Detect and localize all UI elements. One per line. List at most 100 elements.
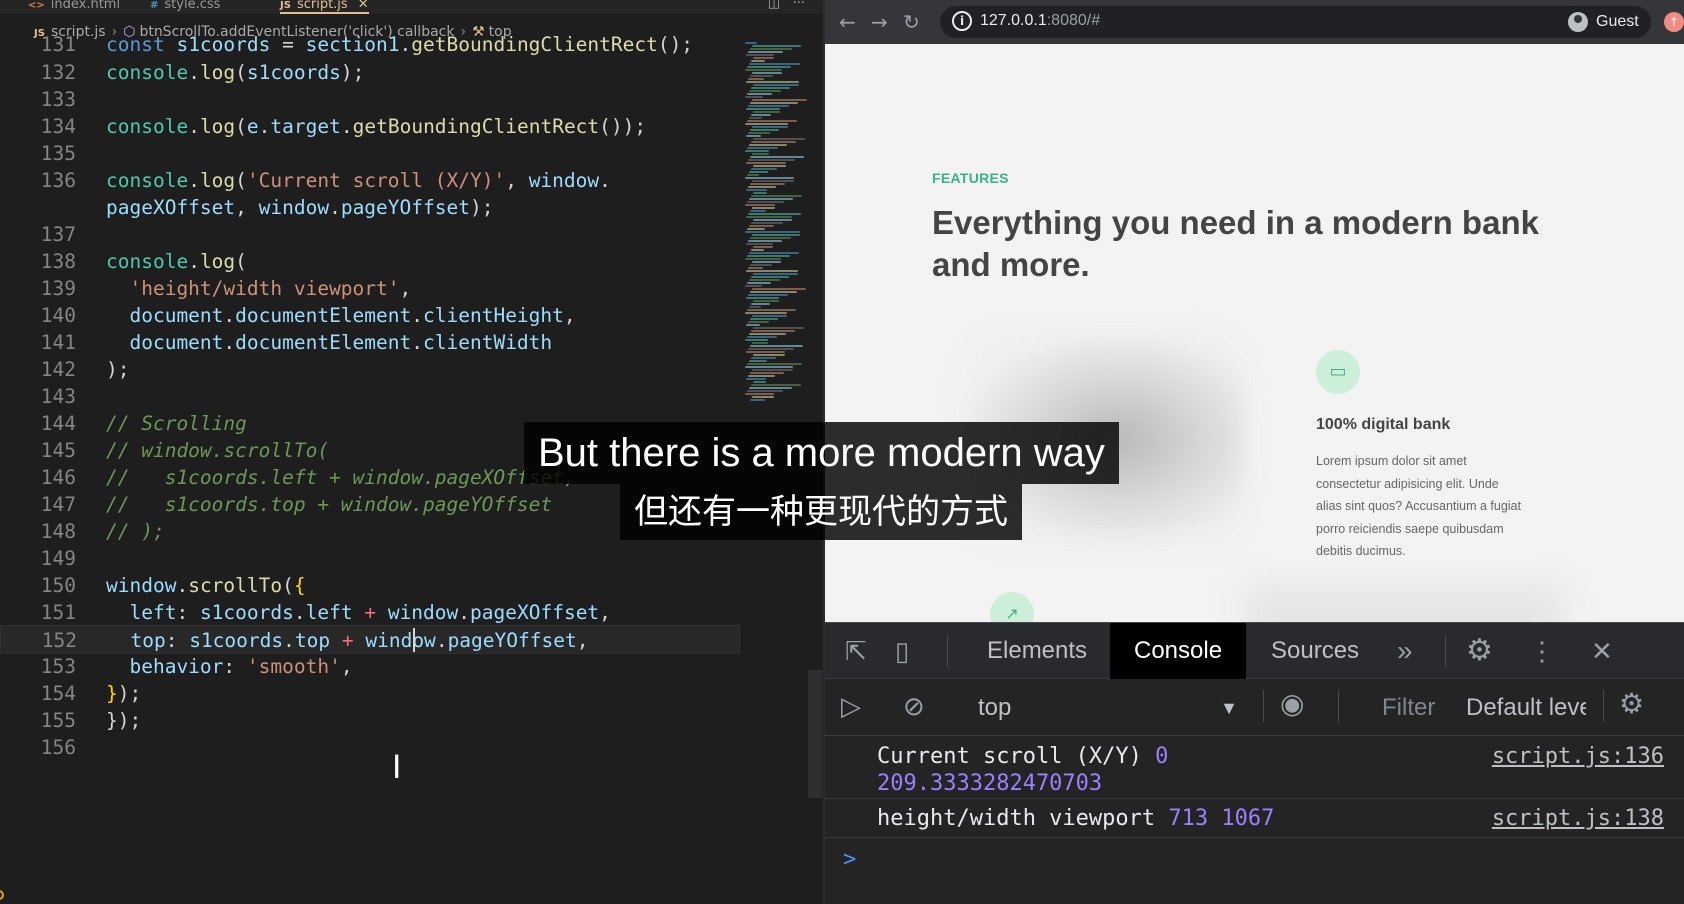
log-levels-dropdown[interactable]: Default levels <box>1466 690 1586 726</box>
minimap-line <box>747 174 759 176</box>
code-text: 'height/width viewport', <box>129 277 412 300</box>
code-line[interactable]: 138 console.log( <box>0 247 740 276</box>
minimap-line <box>752 180 794 182</box>
code-line[interactable]: 135 <box>0 139 740 168</box>
console-settings-icon[interactable]: ⚙ <box>1619 688 1644 720</box>
browser-toolbar: ← → ↻ i 127.0.0.1:8080/# ⌕ Guest ↑ <box>825 0 1684 44</box>
console-filter-input[interactable]: Filter <box>1382 690 1435 726</box>
line-number: 156 <box>40 736 76 759</box>
minimap-line <box>749 144 787 146</box>
minimap-line <box>753 84 799 86</box>
address-bar[interactable]: i 127.0.0.1:8080/# ⌕ <box>940 6 1602 38</box>
code-line[interactable]: 143 <box>0 382 740 411</box>
code-text: document.documentElement.clientHeight, <box>129 304 576 327</box>
site-info-icon[interactable]: i <box>952 11 972 31</box>
close-devtools-icon[interactable]: ✕ <box>1591 635 1613 667</box>
code-line[interactable]: 154}); <box>0 679 740 708</box>
code-line[interactable]: 151 left: s1coords.left + window.pageXOf… <box>0 598 740 627</box>
inspect-element-icon[interactable]: ⇱ <box>845 635 867 667</box>
more-actions-icon[interactable]: ··· <box>793 0 805 11</box>
code-line[interactable]: 136 console.log('Current scroll (X/Y)', w… <box>0 166 740 195</box>
console-prompt[interactable]: > <box>843 847 856 872</box>
minimap-line <box>751 60 765 62</box>
settings-gear-icon[interactable]: ⚙ <box>1466 635 1493 667</box>
editor-scrollbar[interactable] <box>808 670 822 798</box>
text-caret <box>413 628 415 652</box>
tab-sources[interactable]: Sources <box>1247 623 1383 679</box>
code-text: console.log(s1coords); <box>106 61 365 84</box>
subtitle-english: But there is a more modern way <box>524 422 1119 484</box>
console-source-link[interactable]: script.js:136 <box>1492 743 1664 770</box>
code-line[interactable]: 153 behavior: 'smooth', <box>0 652 740 681</box>
close-tab-icon[interactable]: ✕ <box>358 0 369 12</box>
tab-script-js[interactable]: JS script.js ✕ <box>280 0 369 14</box>
code-line[interactable]: 140 document.documentElement.clientHeigh… <box>0 301 740 330</box>
minimap-line <box>745 258 781 260</box>
minimap-line <box>749 360 767 362</box>
minimap-line <box>749 252 799 254</box>
tab-style-css[interactable]: # style.css <box>150 0 220 14</box>
minimap-line <box>746 297 779 299</box>
minimap-line <box>747 93 772 95</box>
minimap-line <box>753 327 804 329</box>
code-line[interactable]: 132 console.log(s1coords); <box>0 58 740 87</box>
code-line[interactable]: 133 <box>0 85 740 114</box>
more-options-icon[interactable]: ⋮ <box>1529 635 1555 667</box>
code-line[interactable]: 137 <box>0 220 740 249</box>
minimap-line <box>750 345 803 347</box>
line-number: 131 <box>40 33 76 56</box>
back-icon[interactable]: ← <box>839 10 856 34</box>
minimap-line <box>748 51 783 53</box>
code-text: document.documentElement.clientWidth <box>129 331 553 354</box>
code-line[interactable]: 134 console.log(e.target.getBoundingClien… <box>0 112 740 141</box>
minimap-line <box>753 246 773 248</box>
subtitle-chinese: 但还有一种更现代的方式 <box>620 484 1022 540</box>
console-source-link[interactable]: script.js:138 <box>1492 805 1664 832</box>
code-line[interactable]: 149 <box>0 544 740 573</box>
url-text[interactable]: 127.0.0.1:8080/# <box>980 12 1100 30</box>
code-line[interactable]: 150 window.scrollTo({ <box>0 571 740 600</box>
code-line[interactable]: pageXOffset, window.pageYOffset); <box>0 193 740 222</box>
minimap-line <box>748 321 769 323</box>
minimap-line <box>745 96 763 98</box>
sidebar-toggle-icon[interactable]: ▷ <box>841 690 861 722</box>
code-line[interactable]: 141 document.documentElement.clientWidth <box>0 328 740 357</box>
code-text: top: s1coords.top + window.pageYOffset, <box>130 629 589 652</box>
code-text: console.log('Current scroll (X/Y)', wind… <box>106 169 611 192</box>
tab-index-html[interactable]: <> index.html <box>28 0 120 14</box>
minimap-line <box>747 201 784 203</box>
more-tabs-icon[interactable]: » <box>1397 635 1413 667</box>
code-line[interactable]: 131 const s1coords = section1.getBounding… <box>0 30 740 59</box>
minimap-line <box>750 372 784 374</box>
live-expression-eye-icon[interactable]: ◉ <box>1280 688 1304 720</box>
code-line[interactable]: 156 <box>0 733 740 762</box>
clear-console-icon[interactable]: ⊘ <box>903 690 925 722</box>
line-number: 137 <box>40 223 76 246</box>
split-editor-icon[interactable]: ◫ <box>768 0 780 11</box>
line-number: 153 <box>40 655 76 678</box>
profile-button[interactable]: Guest <box>1560 6 1651 38</box>
minimap-line <box>750 183 785 185</box>
minimap-line <box>746 270 798 272</box>
minimap-line <box>749 171 768 173</box>
tab-console[interactable]: Console <box>1110 623 1247 679</box>
line-number: 155 <box>40 709 76 732</box>
update-icon[interactable]: ↑ <box>1664 12 1684 32</box>
device-toolbar-icon[interactable]: ▯ <box>895 635 909 667</box>
context-selector[interactable]: top ▼ <box>978 690 1248 726</box>
reload-icon[interactable]: ↻ <box>903 10 920 34</box>
forward-icon[interactable]: → <box>871 10 888 34</box>
tab-elements[interactable]: Elements <box>963 623 1111 679</box>
code-line[interactable]: 155}); <box>0 706 740 735</box>
line-number: 152 <box>41 629 77 652</box>
code-text: // s1coords.left + window.pageXOffset, <box>106 466 576 489</box>
profile-label: Guest <box>1596 13 1639 30</box>
minimap-line <box>748 159 795 161</box>
code-line[interactable]: 152 top: s1coords.top + window.pageYOffs… <box>0 625 740 654</box>
code-line[interactable]: 142); <box>0 355 740 384</box>
minimap-line <box>752 315 787 317</box>
code-text: const s1coords = section1.getBoundingCli… <box>106 33 694 56</box>
minimap[interactable] <box>745 42 807 412</box>
code-line[interactable]: 139 'height/width viewport', <box>0 274 740 303</box>
guest-avatar-icon <box>1568 12 1588 32</box>
